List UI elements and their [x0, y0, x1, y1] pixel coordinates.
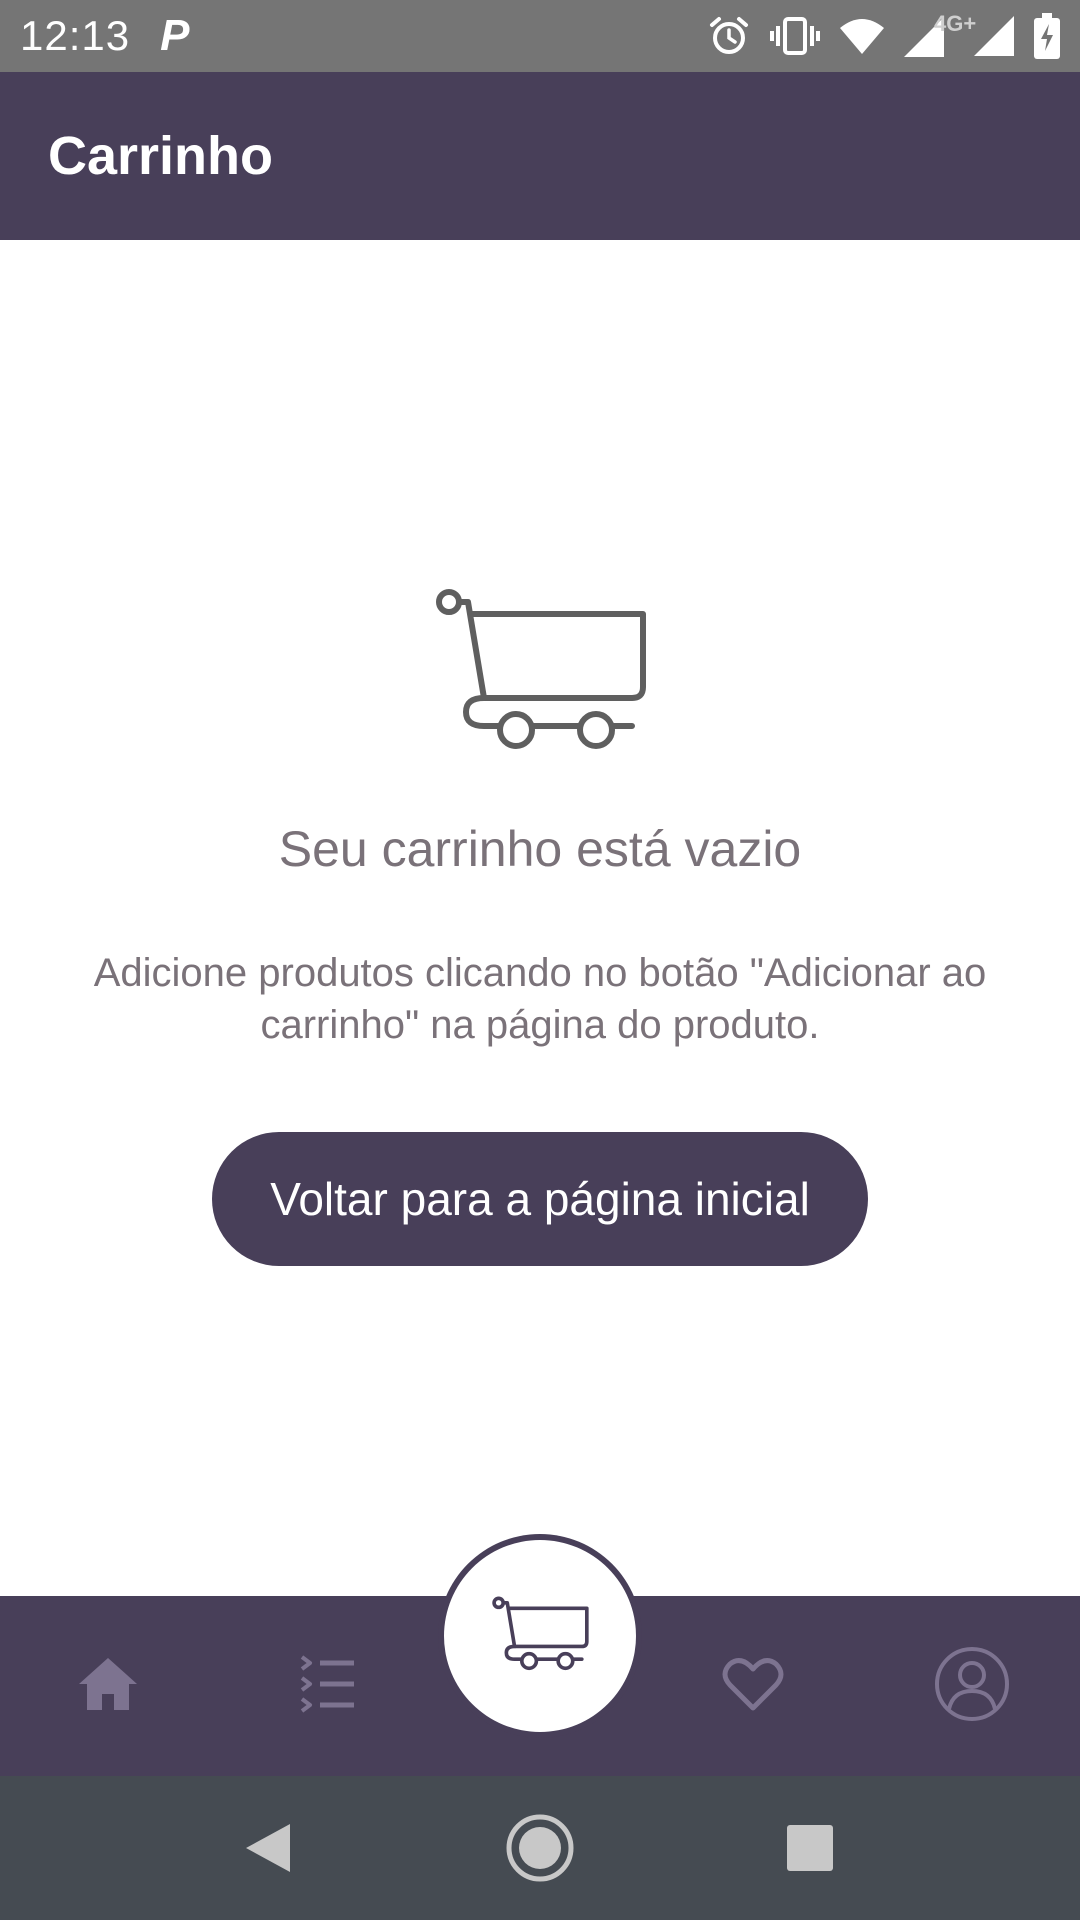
system-navigation-bar — [0, 1776, 1080, 1920]
status-time: 12:13 — [20, 12, 131, 59]
signal-icon — [974, 16, 1014, 56]
nav-home[interactable] — [58, 1634, 158, 1734]
signal-4g: 4G+ — [904, 11, 976, 57]
vibrate-icon — [770, 17, 820, 55]
shopping-cart-icon — [436, 589, 646, 749]
notification-icon: P — [160, 11, 190, 60]
home-icon — [79, 1658, 137, 1710]
system-recents-button[interactable] — [774, 1812, 846, 1884]
recents-icon — [787, 1825, 833, 1871]
shopping-cart-icon — [492, 1596, 589, 1671]
home-circle-icon — [506, 1814, 574, 1882]
system-back-button[interactable] — [232, 1812, 304, 1884]
page-title: Carrinho — [48, 126, 274, 186]
profile-icon — [935, 1647, 1009, 1721]
nav-cart[interactable] — [444, 1540, 636, 1732]
nav-profile[interactable] — [922, 1634, 1022, 1734]
wifi-icon — [840, 19, 884, 54]
status-icons: 4G+ — [708, 11, 1060, 59]
list-icon — [300, 1655, 354, 1713]
app-bar: Carrinho — [0, 72, 1080, 240]
status-bar: 12:13 P 4G+ — [0, 0, 1080, 72]
battery-charging-icon — [1034, 13, 1060, 59]
nav-list[interactable] — [278, 1634, 378, 1734]
back-to-home-button[interactable]: Voltar para a página inicial — [212, 1132, 868, 1266]
network-type-label: 4G+ — [934, 11, 977, 36]
empty-cart-description: Adicione produtos clicando no botão "Adi… — [93, 951, 987, 1047]
heart-icon — [722, 1657, 784, 1711]
empty-cart-state: Seu carrinho está vazio Adicione produto… — [0, 240, 1080, 1596]
system-home-button[interactable] — [504, 1812, 576, 1884]
empty-cart-title: Seu carrinho está vazio — [278, 821, 802, 877]
back-icon — [246, 1824, 290, 1872]
alarm-icon — [710, 17, 748, 54]
nav-favorites[interactable] — [703, 1634, 803, 1734]
